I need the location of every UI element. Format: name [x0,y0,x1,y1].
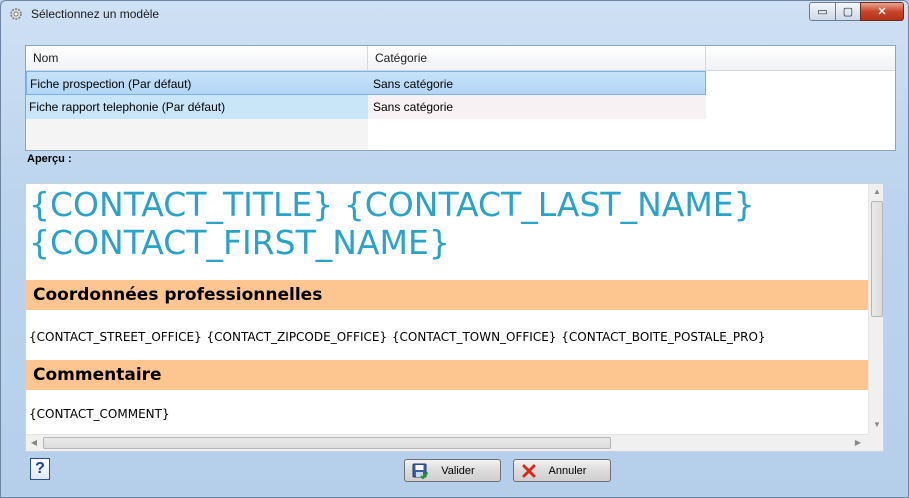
row-nom-cell[interactable]: Fiche prospection (Par défaut) [26,71,368,95]
scroll-up-arrow-icon[interactable]: ▲ [870,184,883,200]
scroll-right-arrow-icon[interactable]: ▶ [850,435,866,451]
scroll-left-arrow-icon[interactable]: ◀ [26,435,42,451]
title-bar: Sélectionnez un modèle ▭ ▢ ✕ [1,1,908,27]
scroll-corner [868,434,883,451]
annuler-label: Annuler [548,464,587,477]
row-nom-cell[interactable]: Fiche rapport telephonie (Par défaut) [26,95,368,119]
dialog-window: Sélectionnez un modèle ▭ ▢ ✕ Nom Catégor… [0,0,909,498]
window-title: Sélectionnez un modèle [31,7,160,21]
close-button[interactable]: ✕ [860,2,904,21]
preview-title-line2: {CONTACT_FIRST_NAME} [29,223,450,262]
preview-pane: {CONTACT_TITLE} {CONTACT_LAST_NAME} {CON… [25,183,884,452]
horizontal-scroll-thumb[interactable] [43,437,611,449]
template-grid: Nom Catégorie Fiche prospection (Par déf… [25,45,896,151]
grid-header: Nom Catégorie [26,46,895,71]
cancel-x-icon [522,464,536,477]
row-categorie-cell[interactable]: Sans catégorie [368,95,706,119]
minimize-icon: ▭ [817,6,828,18]
horizontal-scrollbar[interactable]: ◀ ▶ [26,434,868,451]
grid-empty-area [26,119,368,150]
help-icon: ? [35,460,45,477]
vertical-scrollbar[interactable]: ▲ ▼ [868,184,883,434]
help-button[interactable]: ? [30,458,50,480]
preview-label: Aperçu : [27,153,72,165]
close-icon: ✕ [877,6,887,18]
gear-icon [10,8,22,20]
valider-button[interactable]: Valider [404,459,501,482]
preview-content: {CONTACT_TITLE} {CONTACT_LAST_NAME} {CON… [26,184,868,434]
maximize-button[interactable]: ▢ [835,2,861,21]
vertical-scroll-thumb[interactable] [871,201,883,317]
preview-address-line: {CONTACT_STREET_OFFICE} {CONTACT_ZIPCODE… [29,330,766,344]
preview-comment-line: {CONTACT_COMMENT} [29,407,170,421]
preview-title: {CONTACT_TITLE} {CONTACT_LAST_NAME} {CON… [29,186,868,262]
section-header-coordonnees: Coordonnées professionnelles [26,280,868,310]
row-categorie-cell[interactable]: Sans catégorie [368,71,706,95]
annuler-button[interactable]: Annuler [513,459,611,482]
preview-title-line1: {CONTACT_TITLE} {CONTACT_LAST_NAME} [29,185,755,224]
valider-label: Valider [441,464,475,477]
column-header-nom[interactable]: Nom [26,46,368,71]
column-header-categorie[interactable]: Catégorie [368,46,706,71]
save-icon [412,463,428,479]
minimize-button[interactable]: ▭ [809,2,836,21]
section-header-commentaire: Commentaire [26,360,868,390]
maximize-icon: ▢ [842,6,854,18]
scroll-down-arrow-icon[interactable]: ▼ [870,417,883,433]
